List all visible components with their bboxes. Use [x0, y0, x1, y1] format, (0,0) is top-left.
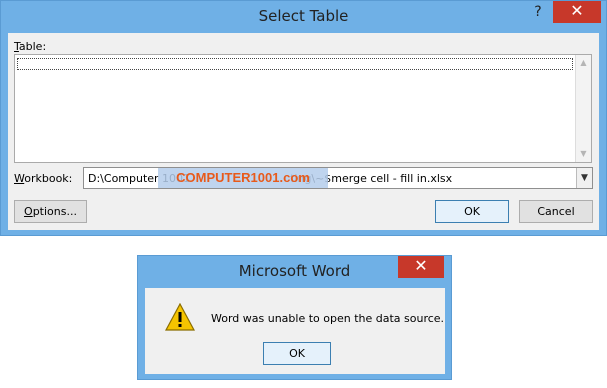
dialog-client-area: Table: ▲ ▼ Workbook: D:\Computer 1001 tin…: [8, 33, 599, 230]
workbook-label: Workbook:: [14, 172, 72, 185]
select-table-dialog: Select Table ? ✕ Table: ▲ ▼ Workbook: D:…: [0, 0, 607, 236]
chevron-up-icon[interactable]: ▲: [576, 55, 591, 71]
title-bar[interactable]: Select Table ? ✕: [1, 1, 606, 33]
word-dialog-client-area: Word was unable to open the data source.…: [145, 288, 445, 374]
help-button[interactable]: ?: [525, 1, 551, 23]
ok-button[interactable]: OK: [435, 200, 509, 223]
vertical-scrollbar[interactable]: ▲ ▼: [575, 55, 591, 162]
watermark: COMPUTER1001.com: [158, 168, 328, 188]
table-label-text: able:: [18, 40, 47, 53]
table-list[interactable]: ▲ ▼: [14, 54, 592, 163]
word-close-button[interactable]: ✕: [398, 256, 444, 278]
options-label-accel: O: [24, 205, 33, 218]
table-label: Table:: [14, 40, 46, 53]
word-ok-button[interactable]: OK: [263, 342, 331, 365]
error-message: Word was unable to open the data source.: [211, 312, 445, 325]
warning-icon: [165, 303, 195, 331]
options-label-text: ptions...: [32, 205, 77, 218]
cancel-button[interactable]: Cancel: [519, 200, 593, 223]
chevron-down-icon[interactable]: ▼: [576, 146, 591, 162]
workbook-combobox[interactable]: D:\Computer 1001 ting\~$merge cell - fill…: [83, 167, 593, 189]
workbook-label-accel: W: [14, 172, 25, 185]
options-button[interactable]: Options...: [14, 200, 87, 223]
dialog-title: Select Table: [258, 7, 349, 25]
close-button[interactable]: ✕: [553, 1, 601, 23]
table-list-focus-row[interactable]: [17, 58, 573, 70]
workbook-label-text: orkbook:: [24, 172, 73, 185]
chevron-down-icon[interactable]: ▼: [576, 168, 592, 188]
word-error-dialog: Microsoft Word ✕ Word was unable to open…: [137, 255, 452, 380]
